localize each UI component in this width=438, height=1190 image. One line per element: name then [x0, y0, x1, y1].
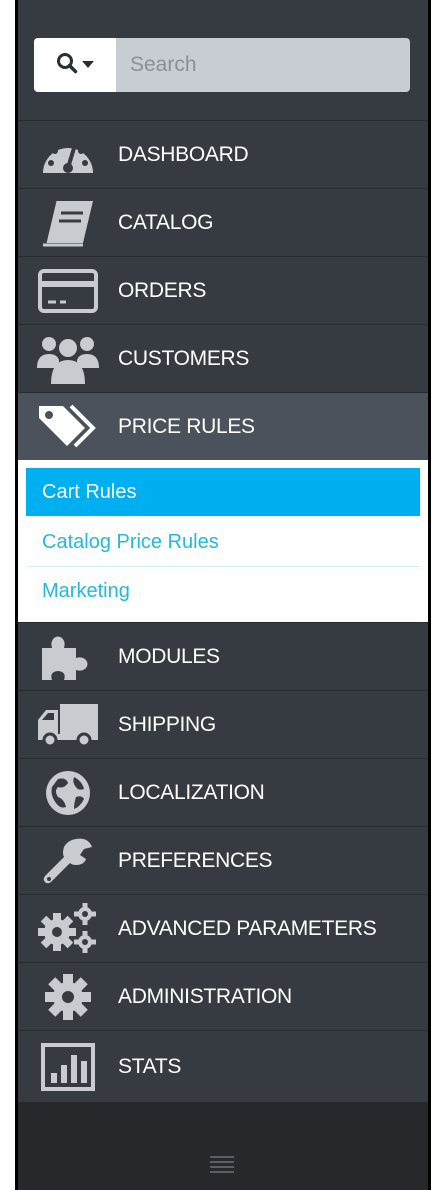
search-icon	[56, 52, 78, 79]
cogs-icon	[36, 902, 100, 955]
submenu-item-marketing[interactable]: Marketing	[26, 567, 420, 615]
menu-label: DASHBOARD	[118, 142, 249, 166]
search-input[interactable]	[130, 38, 400, 92]
menu-label: ORDERS	[118, 278, 207, 302]
menu-label: PREFERENCES	[118, 848, 273, 872]
menu-item-stats[interactable]: STATS	[18, 1030, 428, 1102]
collapse-menu-icon[interactable]	[208, 1154, 236, 1176]
users-icon	[36, 333, 100, 385]
submenu-item-catalog-price-rules[interactable]: Catalog Price Rules	[26, 518, 420, 566]
menu-item-administration[interactable]: ADMINISTRATION	[18, 962, 428, 1030]
truck-icon	[36, 699, 100, 751]
search-area	[18, 0, 428, 120]
menu-item-shipping[interactable]: SHIPPING	[18, 690, 428, 758]
menu-label: CATALOG	[118, 210, 214, 234]
cog-icon	[36, 971, 100, 1023]
menu-label: SHIPPING	[118, 712, 216, 736]
submenu-label: Cart Rules	[42, 480, 137, 503]
price-rules-submenu: Cart Rules Catalog Price Rules Marketing	[18, 460, 428, 622]
menu-label: ADVANCED PARAMETERS	[118, 916, 377, 940]
search-type-dropdown-button[interactable]	[34, 38, 116, 92]
menu-item-orders[interactable]: ORDERS	[18, 256, 428, 324]
credit-card-icon	[36, 265, 100, 317]
menu-label: CUSTOMERS	[118, 346, 250, 370]
sidebar-nav: DASHBOARD CATALOG ORDERS CUSTOMERS PRICE…	[15, 0, 431, 1190]
menu-label: MODULES	[118, 644, 220, 668]
submenu-label: Catalog Price Rules	[42, 530, 219, 553]
wrench-icon	[36, 835, 100, 887]
submenu-item-cart-rules[interactable]: Cart Rules	[26, 468, 420, 516]
menu-label: ADMINISTRATION	[118, 984, 292, 1008]
menu-item-advanced-parameters[interactable]: ADVANCED PARAMETERS	[18, 894, 428, 962]
book-icon	[36, 197, 100, 249]
bar-chart-icon	[36, 1041, 100, 1093]
sidebar-footer	[18, 1102, 428, 1190]
caret-down-icon	[82, 56, 94, 74]
menu-label: STATS	[118, 1054, 182, 1078]
search-box	[34, 38, 410, 92]
menu-item-preferences[interactable]: PREFERENCES	[18, 826, 428, 894]
menu-label: PRICE RULES	[118, 414, 255, 438]
menu-item-customers[interactable]: CUSTOMERS	[18, 324, 428, 392]
submenu-label: Marketing	[42, 579, 130, 602]
tags-icon	[36, 401, 100, 453]
menu-item-modules[interactable]: MODULES	[18, 622, 428, 690]
dashboard-icon	[36, 129, 100, 181]
menu-item-price-rules[interactable]: PRICE RULES	[18, 392, 428, 460]
menu-label: LOCALIZATION	[118, 780, 265, 804]
puzzle-icon	[36, 631, 100, 683]
globe-icon	[36, 767, 100, 819]
menu-item-localization[interactable]: LOCALIZATION	[18, 758, 428, 826]
menu-item-catalog[interactable]: CATALOG	[18, 188, 428, 256]
menu-item-dashboard[interactable]: DASHBOARD	[18, 120, 428, 188]
